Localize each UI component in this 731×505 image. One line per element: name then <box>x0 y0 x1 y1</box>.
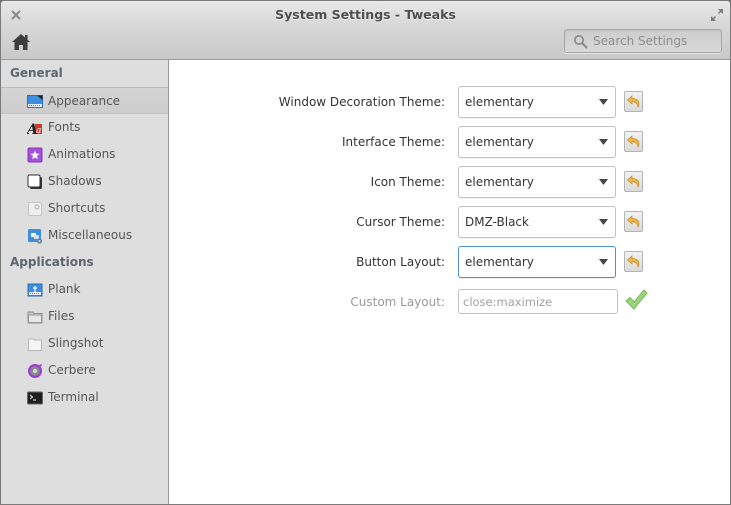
combo-value: elementary <box>465 175 534 189</box>
dropdown-arrow-icon <box>599 139 608 145</box>
appearance-panel: Window Decoration Theme: elementary Inte… <box>170 60 730 504</box>
search-icon <box>574 35 588 49</box>
sidebar-item-animations[interactable]: Animations <box>1 141 168 168</box>
appearance-icon <box>27 95 43 108</box>
settings-window: System Settings - Tweaks General <box>0 0 731 505</box>
sidebar-item-label: Slingshot <box>48 336 104 350</box>
plank-icon <box>27 283 43 297</box>
sidebar: General Appearance A a Fonts Animations … <box>1 60 169 504</box>
sidebar-item-miscellaneous[interactable]: Miscellaneous <box>1 222 168 249</box>
svg-text:a: a <box>36 126 41 136</box>
cursor-theme-combo[interactable]: DMZ-Black <box>458 206 616 238</box>
combo-value: elementary <box>465 255 534 269</box>
button-layout-row: Button Layout: elementary <box>170 246 730 280</box>
undo-icon <box>627 135 640 149</box>
custom-layout-input[interactable] <box>458 289 618 314</box>
sidebar-item-cerbere[interactable]: Cerbere <box>1 357 168 384</box>
combo-value: elementary <box>465 135 534 149</box>
sidebar-item-label: Cerbere <box>48 363 96 377</box>
window-decoration-theme-label: Window Decoration Theme: <box>278 95 445 109</box>
window-decoration-theme-reset-button[interactable] <box>624 91 643 112</box>
sidebar-category-general: General <box>10 66 63 80</box>
sidebar-item-fonts[interactable]: A a Fonts <box>1 114 168 141</box>
button-layout-combo[interactable]: elementary <box>458 246 616 278</box>
maximize-button[interactable] <box>710 7 724 21</box>
sidebar-item-label: Miscellaneous <box>48 228 133 242</box>
window-decoration-theme-row: Window Decoration Theme: elementary <box>170 86 730 120</box>
terminal-icon <box>27 391 43 405</box>
icon-theme-row: Icon Theme: elementary <box>170 166 730 200</box>
fonts-icon: A a <box>27 122 42 136</box>
sidebar-item-label: Shortcuts <box>48 201 106 215</box>
sidebar-item-label: Plank <box>48 282 81 296</box>
icon-theme-reset-button[interactable] <box>624 171 643 192</box>
home-icon <box>12 34 30 50</box>
interface-theme-reset-button[interactable] <box>624 131 643 152</box>
checkmark-icon <box>625 289 648 310</box>
icon-theme-label: Icon Theme: <box>370 175 445 189</box>
sidebar-item-shortcuts[interactable]: Shortcuts <box>1 195 168 222</box>
shortcuts-icon <box>28 202 42 216</box>
cursor-theme-reset-button[interactable] <box>624 211 643 232</box>
interface-theme-combo[interactable]: elementary <box>458 126 616 158</box>
cursor-theme-row: Cursor Theme: DMZ-Black <box>170 206 730 240</box>
sidebar-item-shadows[interactable]: Shadows <box>1 168 168 195</box>
undo-icon <box>627 215 640 229</box>
interface-theme-row: Interface Theme: elementary <box>170 126 730 160</box>
miscellaneous-icon <box>28 229 43 244</box>
slingshot-icon <box>28 338 42 351</box>
custom-layout-row: Custom Layout: <box>170 287 730 321</box>
sidebar-item-terminal[interactable]: Terminal <box>1 384 168 411</box>
sidebar-item-label: Fonts <box>48 120 81 134</box>
headerbar: System Settings - Tweaks <box>1 1 730 60</box>
button-layout-label: Button Layout: <box>356 255 445 269</box>
sidebar-item-label: Appearance <box>48 94 121 108</box>
icon-theme-combo[interactable]: elementary <box>458 166 616 198</box>
sidebar-item-appearance[interactable]: Appearance <box>1 87 168 114</box>
window-decoration-theme-combo[interactable]: elementary <box>458 86 616 118</box>
dropdown-arrow-icon <box>599 259 608 265</box>
dropdown-arrow-icon <box>599 179 608 185</box>
maximize-icon <box>711 9 723 21</box>
undo-icon <box>627 95 640 109</box>
search-input[interactable] <box>593 32 718 50</box>
cursor-theme-label: Cursor Theme: <box>356 215 445 229</box>
sidebar-item-files[interactable]: Files <box>1 303 168 330</box>
search-field[interactable] <box>564 29 722 53</box>
sidebar-item-slingshot[interactable]: Slingshot <box>1 330 168 357</box>
apply-custom-layout-button[interactable] <box>624 288 648 312</box>
dropdown-arrow-icon <box>599 99 608 105</box>
dropdown-arrow-icon <box>599 219 608 225</box>
custom-layout-label: Custom Layout: <box>350 295 445 309</box>
combo-value: elementary <box>465 95 534 109</box>
combo-value: DMZ-Black <box>465 215 529 229</box>
sidebar-item-label: Shadows <box>48 174 102 188</box>
window-title: System Settings - Tweaks <box>275 7 456 22</box>
home-button[interactable] <box>10 32 32 52</box>
animations-icon <box>27 147 43 163</box>
button-layout-reset-button[interactable] <box>624 251 643 272</box>
undo-icon <box>627 175 640 189</box>
sidebar-item-label: Animations <box>48 147 116 161</box>
undo-icon <box>627 255 640 269</box>
sidebar-item-plank[interactable]: Plank <box>1 276 168 303</box>
sidebar-item-label: Terminal <box>48 390 99 404</box>
shadows-icon <box>27 174 42 189</box>
sidebar-category-applications: Applications <box>10 255 94 269</box>
sidebar-item-label: Files <box>48 309 75 323</box>
files-folder-icon <box>27 311 43 324</box>
interface-theme-label: Interface Theme: <box>342 135 445 149</box>
cerbere-icon <box>28 364 42 378</box>
